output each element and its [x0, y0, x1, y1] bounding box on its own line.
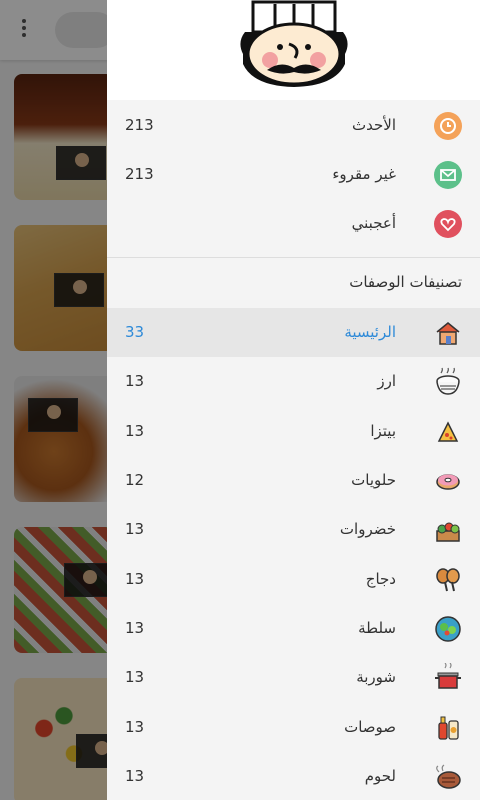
- category-item-chicken[interactable]: 13 دجاج: [107, 555, 480, 604]
- item-label: ارز: [377, 372, 396, 390]
- chef-logo-icon: [240, 0, 348, 87]
- item-label: دجاج: [365, 570, 396, 588]
- item-count: 13: [125, 767, 145, 785]
- category-item-home[interactable]: 33 الرئيسية: [107, 308, 480, 357]
- item-count: 13: [125, 372, 145, 390]
- item-count: 213: [125, 165, 154, 183]
- item-count: 13: [125, 718, 145, 736]
- category-item-sweets[interactable]: 12 حلويات: [107, 456, 480, 505]
- item-label: حلويات: [351, 471, 396, 489]
- item-count: 13: [125, 619, 145, 637]
- item-label: لحوم: [364, 767, 396, 785]
- item-count: 33: [125, 323, 145, 341]
- category-item-meat[interactable]: 13 لحوم: [107, 752, 480, 800]
- pizza-icon: [437, 421, 459, 442]
- item-count: 213: [125, 116, 154, 134]
- item-label: الأحدث: [352, 116, 396, 134]
- section-title: تصنيفات الوصفات: [349, 273, 462, 291]
- item-count: 13: [125, 668, 145, 686]
- category-item-soup[interactable]: 13 شوربة: [107, 653, 480, 702]
- soup-pot-icon: [435, 663, 461, 689]
- item-label: سلطة: [358, 619, 396, 637]
- item-count: 13: [125, 570, 145, 588]
- vegetables-icon: [436, 522, 460, 542]
- item-count: 13: [125, 520, 145, 538]
- drawer-item-liked[interactable]: أعجبني: [107, 199, 480, 248]
- item-label: الرئيسية: [344, 323, 396, 341]
- donut-icon: [436, 474, 460, 490]
- home-icon: [436, 322, 460, 345]
- salad-icon: [435, 616, 461, 642]
- category-item-rice[interactable]: 13 ارز: [107, 357, 480, 406]
- item-label: غير مقروء: [332, 165, 396, 183]
- drawer-item-latest[interactable]: 213 الأحدث: [107, 101, 480, 150]
- category-item-sauces[interactable]: 13 صوصات: [107, 703, 480, 752]
- category-item-salad[interactable]: 13 سلطة: [107, 604, 480, 653]
- category-item-vegetables[interactable]: 13 خضروات: [107, 505, 480, 554]
- item-label: بيتزا: [370, 422, 396, 440]
- clock-icon: [434, 112, 462, 140]
- chicken-leg-icon: [436, 568, 460, 592]
- item-label: شوربة: [356, 668, 396, 686]
- steak-icon: [436, 764, 461, 789]
- navigation-drawer: 213 الأحدث 213 غير مقروء أعجبني تصنيفات …: [107, 0, 480, 800]
- envelope-icon: [434, 161, 462, 189]
- drawer-header: [107, 0, 480, 100]
- rice-bowl-icon: [436, 367, 460, 395]
- item-label: أعجبني: [351, 214, 396, 232]
- item-count: 12: [125, 471, 145, 489]
- drawer-item-unread[interactable]: 213 غير مقروء: [107, 150, 480, 199]
- heart-icon: [434, 210, 462, 238]
- category-item-pizza[interactable]: 13 بيتزا: [107, 407, 480, 456]
- sauce-bottles-icon: [438, 716, 459, 740]
- item-label: صوصات: [344, 718, 396, 736]
- item-count: 13: [125, 422, 145, 440]
- item-label: خضروات: [339, 520, 396, 538]
